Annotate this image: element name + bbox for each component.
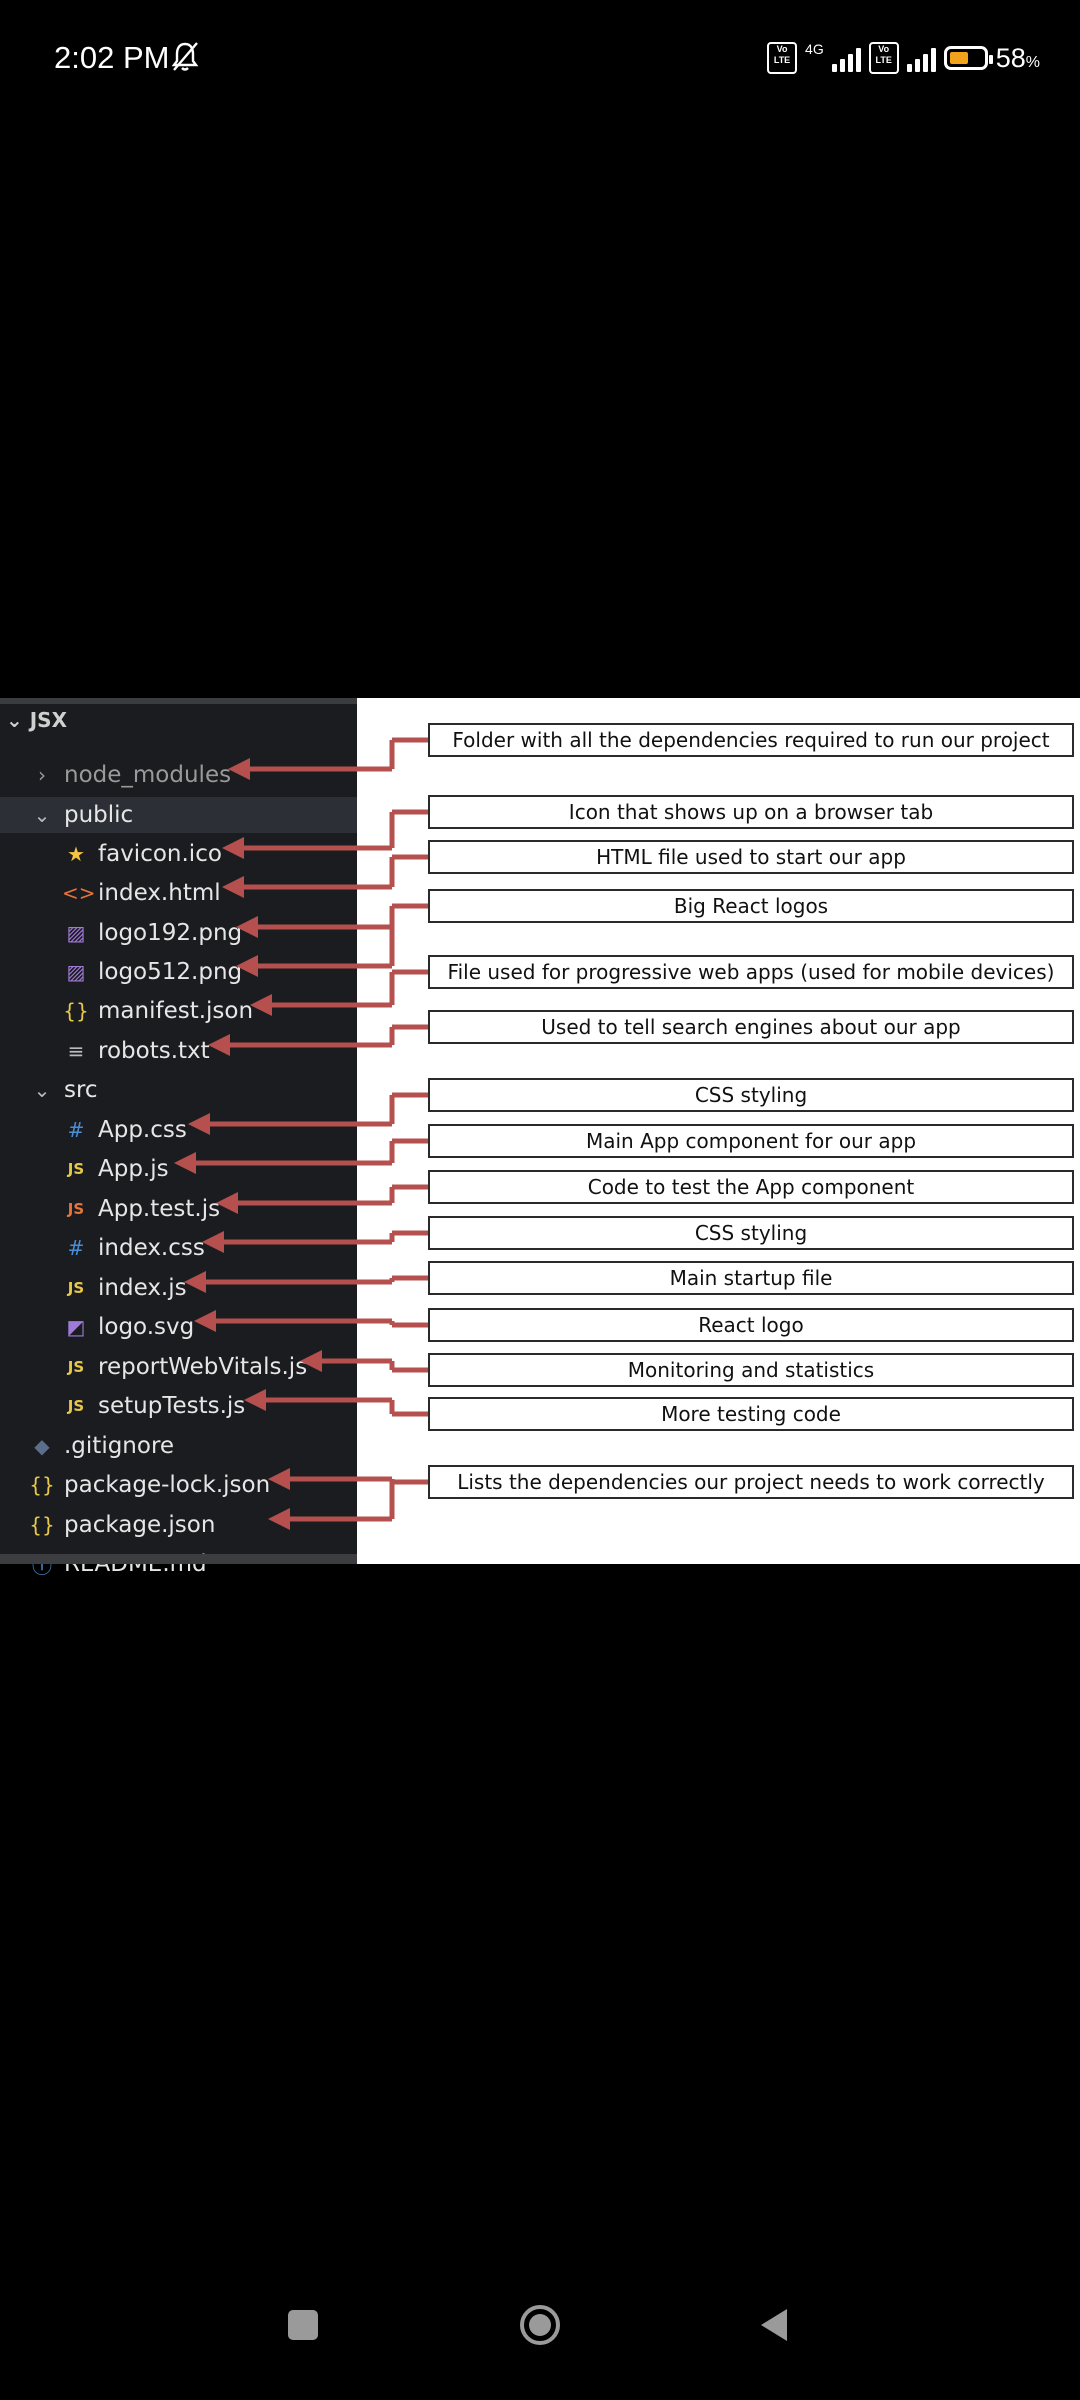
annotation-box: HTML file used to start our app (428, 840, 1074, 874)
arrow (300, 1350, 428, 1373)
annotation-box: Big React logos (428, 889, 1074, 923)
file-structure-figure: ⌄ JSX › node_modules ⌄ public ★ favicon.ico <>… (0, 698, 1080, 1578)
battery-icon (943, 46, 993, 70)
status-time: 2:02 PM (54, 40, 170, 75)
status-icons: Vo LTE 4G Vo LTE 58% (767, 38, 1040, 78)
annotation-box: File used for progressive web apps (used… (428, 955, 1074, 989)
arrow (194, 1310, 428, 1332)
volte-icon-2: Vo LTE (868, 42, 899, 74)
home-icon (520, 2305, 560, 2345)
back-icon (761, 2309, 787, 2341)
arrow (228, 737, 428, 780)
annotation-box: Main App component for our app (428, 1124, 1074, 1158)
annotation-box: Monitoring and statistics (428, 1353, 1074, 1387)
arrow (202, 1230, 428, 1253)
annotation-box: Lists the dependencies our project needs… (428, 1465, 1074, 1499)
arrow (250, 969, 428, 1016)
arrow (268, 1468, 428, 1530)
back-button[interactable] (730, 2290, 820, 2360)
signal-icon (831, 44, 861, 72)
battery-percent: 58% (995, 42, 1040, 73)
arrow (174, 1138, 428, 1174)
arrow (244, 1389, 428, 1417)
system-navigation-bar (0, 2290, 1080, 2400)
home-button[interactable] (495, 2290, 585, 2360)
annotation-box: Main startup file (428, 1261, 1074, 1295)
annotation-box: More testing code (428, 1397, 1074, 1431)
annotation-box: Used to tell search engines about our ap… (428, 1010, 1074, 1044)
annotation-box: Code to test the App component (428, 1170, 1074, 1204)
annotation-box: Icon that shows up on a browser tab (428, 795, 1074, 829)
arrow (184, 1271, 428, 1293)
status-bar: 2:02 PM Vo LTE 4G Vo LTE 58% (0, 0, 1080, 120)
arrow (216, 1184, 428, 1214)
bell-muted-icon (171, 42, 199, 71)
recent-apps-button[interactable] (258, 2290, 348, 2360)
annotation-box: CSS styling (428, 1216, 1074, 1250)
signal-icon-2 (906, 44, 936, 72)
arrow (222, 854, 428, 898)
volte-icon: Vo LTE (767, 42, 798, 74)
annotation-box: React logo (428, 1308, 1074, 1342)
annotation-box: Folder with all the dependencies require… (428, 723, 1074, 757)
recent-apps-icon (288, 2310, 318, 2340)
arrow (208, 1024, 428, 1056)
arrow (222, 809, 428, 859)
network-type: 4G (805, 41, 824, 57)
arrow (236, 903, 428, 977)
arrow (188, 1092, 428, 1135)
annotation-box: CSS styling (428, 1078, 1074, 1112)
